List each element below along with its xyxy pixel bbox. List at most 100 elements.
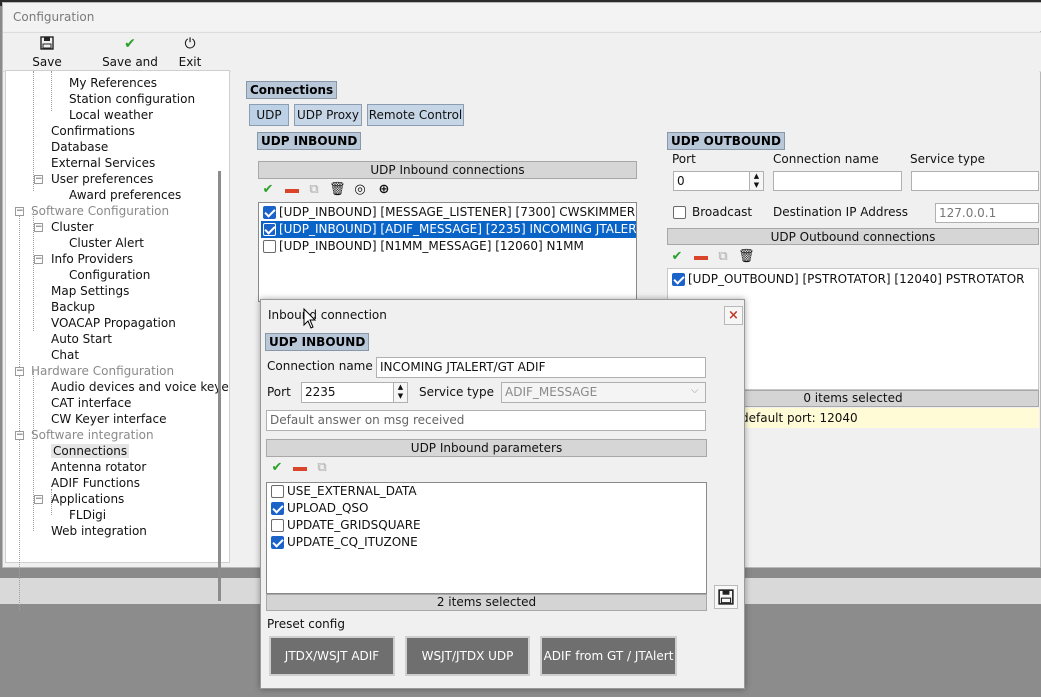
toolbar: Save config ✔ Save and apply ⏻ Exit [3, 32, 1041, 83]
list-item[interactable]: UPLOAD_QSO [269, 500, 706, 517]
tree-item-station-configuration[interactable]: Station configuration [69, 92, 195, 106]
preset-adif-from-gt-jtalert-button[interactable]: ADIF from GT / JTAlert [540, 636, 677, 676]
destination-ip-input[interactable]: 127.0.0.1 [935, 203, 1039, 223]
collapse-icon[interactable]: − [34, 495, 43, 504]
tree-item-info-providers[interactable]: Info Providers [51, 252, 133, 266]
compass-icon[interactable]: ◎ [352, 183, 368, 197]
tree-item-cluster-alert[interactable]: Cluster Alert [69, 236, 144, 250]
item-checkbox[interactable] [263, 240, 276, 253]
port-spinner[interactable]: ▲ ▼ [393, 383, 407, 402]
collapse-icon[interactable]: − [34, 223, 43, 232]
list-item[interactable]: [UDP_OUTBOUND] [PSTROTATOR] [12040] PSTR… [670, 271, 1038, 288]
preset-config-label: Preset config [267, 617, 345, 631]
port-input[interactable]: 2235 [301, 382, 408, 403]
list-item-text: UPLOAD_QSO [287, 501, 369, 515]
close-icon[interactable]: × [724, 306, 743, 325]
list-item[interactable]: UPDATE_GRIDSQUARE [269, 517, 706, 534]
tree-item-external-services[interactable]: External Services [51, 156, 155, 170]
list-item[interactable]: USE_EXTERNAL_DATA [269, 483, 706, 500]
item-checkbox[interactable] [672, 273, 685, 286]
tree-item-applications[interactable]: Applications [51, 492, 124, 506]
collapse-icon[interactable]: − [15, 431, 24, 440]
item-checkbox[interactable] [271, 485, 284, 498]
enable-checkmark-icon[interactable]: ✔ [269, 461, 285, 475]
tree-item-cluster[interactable]: Cluster [51, 220, 94, 234]
tree-item-award-preferences[interactable]: Award preferences [69, 188, 181, 202]
tree-item-confirmations[interactable]: Confirmations [51, 124, 135, 138]
add-circle-icon[interactable]: ⊕ [376, 183, 392, 197]
tree-horizontal-scrollbar[interactable] [28, 621, 165, 624]
tree-vertical-scrollbar[interactable] [218, 171, 221, 601]
broadcast-label: Broadcast [692, 205, 753, 219]
remove-icon[interactable] [292, 461, 308, 475]
tree-item-web-integration[interactable]: Web integration [51, 524, 147, 538]
collapse-icon[interactable]: − [34, 255, 43, 264]
remove-icon[interactable] [284, 183, 300, 197]
tree-item-software-integration[interactable]: Software integration [31, 428, 154, 442]
service-type-select[interactable]: ADIF_MESSAGE [501, 382, 706, 403]
tree-item-voacap[interactable]: VOACAP Propagation [51, 316, 176, 330]
save-params-button[interactable] [714, 585, 738, 609]
service-type-select[interactable] [911, 171, 1039, 191]
tab-udp-proxy[interactable]: UDP Proxy [294, 104, 362, 126]
item-checkbox[interactable] [271, 519, 284, 532]
dialog-title: Inbound connection [268, 308, 387, 322]
tree-item-antenna-rotator[interactable]: Antenna rotator [51, 460, 146, 474]
tree-item-hardware-configuration[interactable]: Hardware Configuration [31, 364, 174, 378]
item-checkbox[interactable] [263, 223, 276, 236]
tree-item-connections[interactable]: Connections [51, 444, 130, 458]
tree-item-map-settings[interactable]: Map Settings [51, 284, 129, 298]
list-item[interactable]: [UDP_INBOUND] [MESSAGE_LISTENER] [7300] … [261, 204, 636, 221]
preset-wsjt-jtdx-udp-button[interactable]: WSJT/JTDX UDP [405, 636, 530, 676]
tree-item-my-references[interactable]: My References [69, 76, 157, 90]
duplicate-icon[interactable]: ⧉ [314, 461, 330, 475]
tree-line [33, 371, 34, 531]
enable-checkmark-icon[interactable]: ✔ [669, 250, 685, 264]
duplicate-icon[interactable]: ⧉ [715, 250, 731, 264]
item-checkbox[interactable] [271, 502, 284, 515]
save-config-button[interactable]: Save config [15, 36, 79, 83]
tree-item-software-configuration[interactable]: Software Configuration [31, 204, 169, 218]
tree-item-cat-interface[interactable]: CAT interface [51, 396, 131, 410]
connection-name-input[interactable] [773, 171, 902, 191]
tree-item-auto-start[interactable]: Auto Start [51, 332, 112, 346]
udp-inbound-label: UDP INBOUND [257, 132, 362, 150]
tree-item-cw-keyer[interactable]: CW Keyer interface [51, 412, 166, 426]
list-item[interactable]: [UDP_INBOUND] [N1MM_MESSAGE] [12060] N1M… [261, 238, 636, 255]
tree-item-local-weather[interactable]: Local weather [69, 108, 153, 122]
duplicate-icon[interactable]: ⧉ [306, 183, 322, 197]
item-checkbox[interactable] [263, 206, 276, 219]
connection-name-label: Connection name [267, 359, 373, 373]
exit-button[interactable]: ⏻ Exit [175, 36, 205, 70]
tab-remote-control[interactable]: Remote Control [367, 104, 464, 126]
port-label: Port [672, 152, 696, 166]
list-item-text: [UDP_INBOUND] [N1MM_MESSAGE] [12060] N1M… [279, 239, 584, 253]
tree-item-adif-functions[interactable]: ADIF Functions [51, 476, 140, 490]
tree-item-chat[interactable]: Chat [51, 348, 79, 362]
collapse-icon[interactable]: − [34, 175, 43, 184]
collapse-icon[interactable]: − [15, 207, 24, 216]
tree-item-database[interactable]: Database [51, 140, 108, 154]
list-item-text: UPDATE_CQ_ITUZONE [287, 535, 418, 549]
remove-icon[interactable] [693, 250, 709, 264]
list-item-selected[interactable]: [UDP_INBOUND] [ADIF_MESSAGE] [2235] INCO… [261, 221, 636, 238]
enable-checkmark-icon[interactable]: ✔ [260, 183, 276, 197]
tree-item-configuration[interactable]: Configuration [69, 268, 150, 282]
trash-icon[interactable]: 🗑 [329, 183, 346, 197]
default-answer-input[interactable]: Default answer on msg received [266, 410, 706, 431]
list-item[interactable]: UPDATE_CQ_ITUZONE [269, 534, 706, 551]
tree-item-fldigi[interactable]: FLDigi [69, 508, 106, 522]
collapse-icon[interactable]: − [15, 367, 24, 376]
item-checkbox[interactable] [271, 536, 284, 549]
preset-jtdx-wsjt-adif-button[interactable]: JTDX/WSJT ADIF [269, 636, 395, 676]
connection-name-input[interactable]: INCOMING JTALERT/GT ADIF [376, 357, 706, 378]
inbound-connection-dialog: Inbound connection × UDP INBOUND Connect… [260, 299, 745, 689]
tree-item-audio-devices[interactable]: Audio devices and voice keye [51, 380, 229, 394]
tree-item-backup[interactable]: Backup [51, 300, 95, 314]
port-spinner[interactable]: ▲ ▼ [749, 172, 763, 190]
broadcast-checkbox[interactable] [673, 206, 686, 219]
tab-udp[interactable]: UDP [249, 104, 289, 126]
save-and-apply-button[interactable]: ✔ Save and apply [87, 36, 173, 83]
tree-item-user-preferences[interactable]: User preferences [51, 172, 153, 186]
trash-icon[interactable]: 🗑 [738, 250, 755, 264]
